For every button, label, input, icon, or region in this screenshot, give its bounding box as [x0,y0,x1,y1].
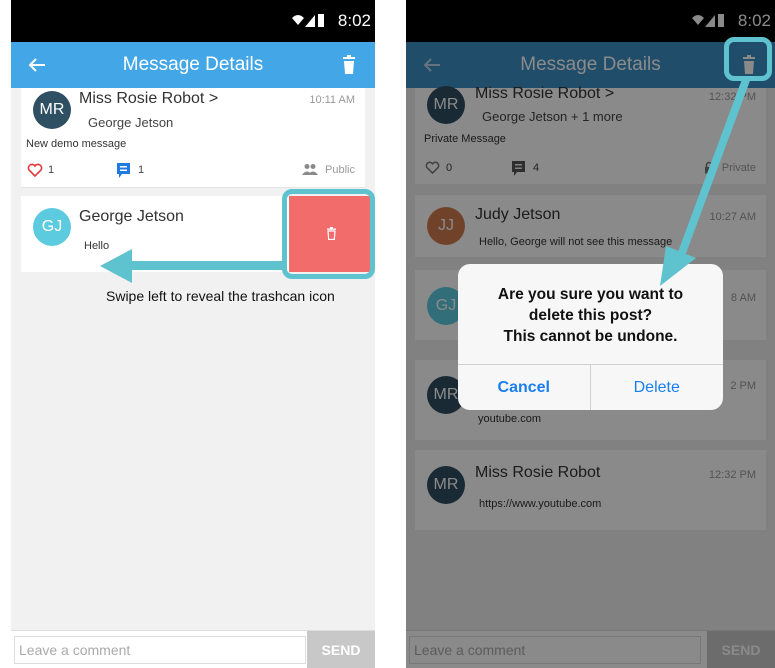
avatar[interactable]: GJ [33,208,71,246]
heart-icon[interactable] [27,163,43,177]
left-phone-screen: 8:02 Message Details MR Miss Rosie Robot… [11,0,375,668]
comment-composer: SEND [11,630,375,668]
timestamp: 10:11 AM [309,94,355,106]
cancel-button[interactable]: Cancel [458,365,591,410]
swipe-left-arrow [100,249,284,283]
swipe-hint-text: Swipe left to reveal the trashcan icon [106,288,335,304]
comment-count: 1 [138,164,145,176]
app-bar: Message Details [11,42,375,88]
message-text: New demo message [26,138,127,150]
page-title: Message Details [122,54,264,75]
trash-icon[interactable] [337,53,361,77]
dialog-line-2: delete this post? [528,307,653,324]
comment-input[interactable] [14,636,306,664]
like-count: 1 [48,164,55,176]
message-feed[interactable]: MR Miss Rosie Robot > George Jetson 10:1… [11,88,375,630]
message-card[interactable]: MR Miss Rosie Robot > George Jetson 10:1… [21,88,365,188]
comment-icon[interactable] [116,162,131,179]
visibility-label: Public [325,164,355,176]
status-time: 8:02 [337,11,371,30]
delete-button[interactable]: Delete [591,365,724,410]
send-button[interactable]: SEND [307,631,375,668]
recipient-name: George Jetson [88,115,174,130]
group-icon [302,164,318,175]
trash-highlight-callout [724,37,772,81]
sender-name[interactable]: Miss Rosie Robot > [79,90,218,108]
avatar[interactable]: MR [33,91,71,129]
status-bar: 8:02 [11,0,375,42]
sender-name[interactable]: George Jetson [79,208,184,226]
pointer-arrow [660,78,750,286]
delete-highlight-callout [282,189,375,279]
wifi-signal-battery-icon [292,14,324,27]
dialog-buttons: Cancel Delete [458,364,723,410]
dialog-message: Are you sure you want to delete this pos… [458,284,723,347]
dialog-line-3: This cannot be undone. [503,328,678,345]
